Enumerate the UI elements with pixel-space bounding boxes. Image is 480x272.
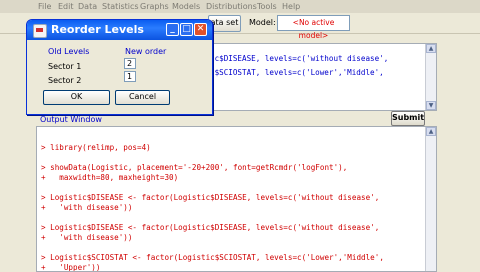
old-levels-header: Old Levels bbox=[48, 47, 90, 56]
active-model-field[interactable]: <No active model> bbox=[277, 15, 350, 40]
submit-button[interactable]: Submit bbox=[391, 111, 425, 126]
scroll-up-icon[interactable]: ▲ bbox=[426, 127, 436, 136]
level-label: Sector 1 bbox=[48, 62, 82, 71]
menu-tools[interactable]: Tools bbox=[257, 2, 277, 11]
new-order-input[interactable]: 1 bbox=[124, 71, 136, 82]
ok-button[interactable]: OK bbox=[43, 90, 110, 105]
minimize-icon[interactable]: _ bbox=[166, 23, 179, 36]
menu-edit[interactable]: Edit bbox=[58, 2, 74, 11]
output-line: > Logistic$SCIOSTAT <- factor(Logistic$S… bbox=[41, 253, 384, 262]
output-line: > library(relimp, pos=4) bbox=[41, 143, 151, 152]
dialog-title: Reorder Levels bbox=[51, 23, 144, 36]
reorder-levels-dialog: Reorder Levels _ □ ✕ Old Levels New orde… bbox=[26, 19, 213, 115]
cancel-button[interactable]: Cancel bbox=[115, 90, 170, 105]
level-label: Sector 2 bbox=[48, 76, 82, 85]
model-label: Model: bbox=[249, 18, 276, 27]
new-order-header: New order bbox=[125, 47, 167, 56]
menu-bar: File Edit Data Statistics Graphs Models … bbox=[0, 0, 480, 14]
close-icon[interactable]: ✕ bbox=[194, 23, 207, 36]
maximize-icon[interactable]: □ bbox=[180, 23, 193, 36]
dialog-title-bar[interactable]: Reorder Levels _ □ ✕ bbox=[27, 20, 212, 40]
output-scrollbar[interactable]: ▲ bbox=[425, 127, 436, 271]
output-line: + 'with disease')) bbox=[41, 203, 133, 212]
output-line: + 'with disease')) bbox=[41, 233, 133, 242]
scroll-down-icon[interactable]: ▼ bbox=[426, 101, 436, 110]
script-scrollbar[interactable]: ▲ ▼ bbox=[425, 44, 436, 110]
output-line: + 'Upper')) bbox=[41, 263, 101, 272]
output-line: + maxwidth=80, maxheight=30) bbox=[41, 173, 179, 182]
output-line: > Logistic$DISEASE <- factor(Logistic$DI… bbox=[41, 223, 380, 232]
output-window[interactable]: > library(relimp, pos=4) > showData(Logi… bbox=[36, 126, 437, 272]
script-line: c$SCIOSTAT, levels=c('Lower','Middle', bbox=[210, 68, 384, 77]
output-window-label: Output Window bbox=[40, 115, 102, 124]
menu-data[interactable]: Data bbox=[78, 2, 97, 11]
app-icon bbox=[33, 24, 47, 38]
menu-file[interactable]: File bbox=[38, 2, 51, 11]
scroll-up-icon[interactable]: ▲ bbox=[426, 44, 436, 53]
output-line: > showData(Logistic, placement='-20+200'… bbox=[41, 163, 348, 172]
new-order-input[interactable]: 2 bbox=[124, 58, 136, 69]
menu-graphs[interactable]: Graphs bbox=[140, 2, 169, 11]
menu-statistics[interactable]: Statistics bbox=[102, 2, 139, 11]
menu-distributions[interactable]: Distributions bbox=[206, 2, 257, 11]
menu-help[interactable]: Help bbox=[282, 2, 300, 11]
script-line: ic$DISEASE, levels=c('without disease', bbox=[210, 54, 389, 63]
menu-models[interactable]: Models bbox=[172, 2, 200, 11]
output-line: > Logistic$DISEASE <- factor(Logistic$DI… bbox=[41, 193, 380, 202]
